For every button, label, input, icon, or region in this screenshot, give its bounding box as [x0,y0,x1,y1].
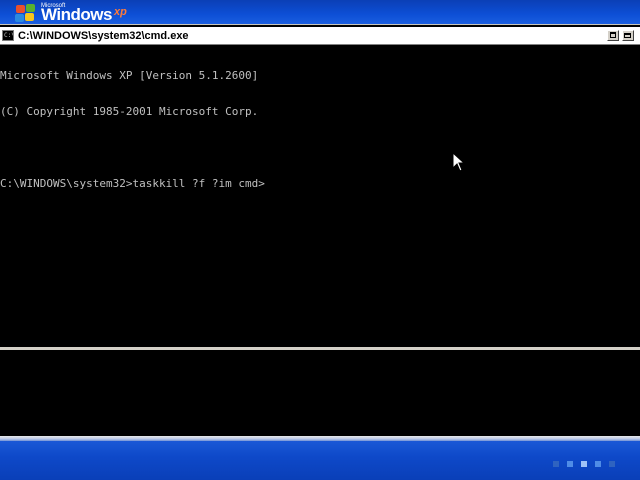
close-icon [624,33,631,38]
console-window[interactable]: C:\ C:\WINDOWS\system32\cmd.exe Microsof… [0,24,640,350]
restore-icon [610,32,616,38]
command-prompt-line[interactable]: C:\WINDOWS\system32>taskkill ?f ?im cmd> [0,178,640,190]
restore-button[interactable] [607,30,619,41]
logo-windows-text: Windows [41,5,112,24]
bottom-boot-band [0,441,640,480]
mouse-pointer-icon [452,152,466,172]
console-window-icon[interactable]: C:\ [2,30,14,41]
console-line-blank [0,142,640,154]
lower-blank-area [0,352,640,436]
window-title: C:\WINDOWS\system32\cmd.exe [18,30,189,42]
title-bar[interactable]: C:\ C:\WINDOWS\system32\cmd.exe [0,27,640,45]
console-line-version: Microsoft Windows XP [Version 5.1.2600] [0,69,259,82]
top-boot-band: Microsoft Windows xp [0,0,640,24]
windows-xp-logo: Microsoft Windows xp [14,0,134,24]
close-button[interactable] [622,30,634,41]
windows-flag-icon [14,4,36,24]
loading-progress-indicator [553,460,615,469]
console-output[interactable]: Microsoft Windows XP [Version 5.1.2600] … [0,46,640,214]
screen: Microsoft Windows xp C:\ C:\WINDOWS\syst… [0,0,640,480]
logo-xp-text: xp [114,6,127,18]
console-line-copyright: (C) Copyright 1985-2001 Microsoft Corp. [0,105,259,118]
